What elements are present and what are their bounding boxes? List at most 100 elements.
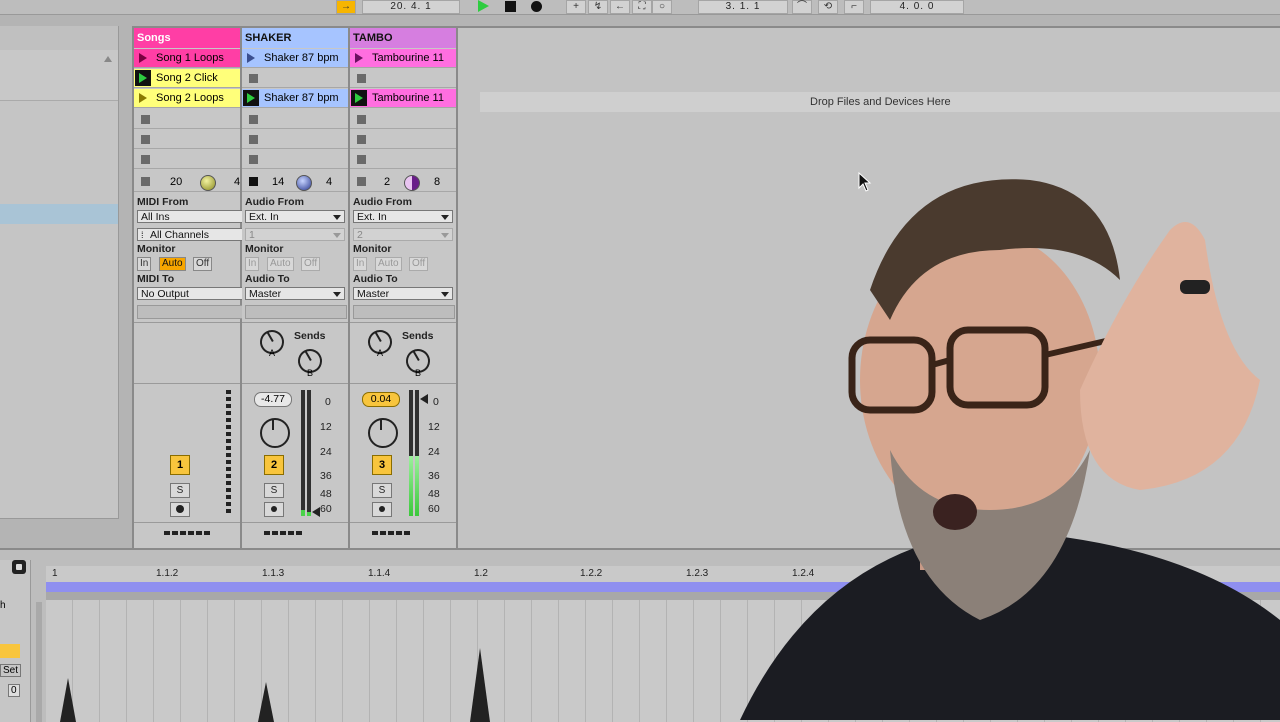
solo-button[interactable]: S bbox=[170, 483, 190, 498]
stop-all-icon[interactable] bbox=[249, 177, 258, 186]
output-channel-slot[interactable] bbox=[353, 305, 455, 319]
record-icon[interactable] bbox=[531, 1, 542, 12]
empty-clip-slot[interactable] bbox=[134, 110, 240, 129]
clip-stop-icon[interactable] bbox=[357, 74, 366, 83]
loop-start-display[interactable]: 3. 1. 1 bbox=[698, 0, 788, 14]
monitor-off-button[interactable]: Off bbox=[301, 257, 321, 271]
output-type-dropdown[interactable]: Master bbox=[353, 287, 453, 300]
empty-clip-slot[interactable] bbox=[134, 150, 240, 169]
clip-slot[interactable]: Shaker 87 bpm bbox=[242, 49, 348, 68]
empty-clip-slot[interactable] bbox=[350, 110, 456, 129]
drop-zone[interactable]: Drop Files and Devices Here bbox=[480, 92, 1280, 112]
capture-icon[interactable]: ⛶ bbox=[632, 0, 652, 14]
clip-playing-icon[interactable] bbox=[135, 70, 151, 86]
empty-clip-slot[interactable] bbox=[134, 130, 240, 149]
clip-slot[interactable]: Song 2 Click bbox=[134, 69, 240, 88]
monitor-in-button[interactable]: In bbox=[353, 257, 368, 271]
clip-play-icon[interactable] bbox=[247, 53, 255, 63]
volume-display[interactable]: 0.04 bbox=[362, 392, 400, 407]
input-type-dropdown[interactable]: Ext. In bbox=[245, 210, 345, 223]
clip-stop-icon[interactable] bbox=[249, 74, 258, 83]
clip-playing-icon[interactable] bbox=[243, 90, 259, 106]
output-type-dropdown[interactable]: Master bbox=[245, 287, 345, 300]
empty-clip-slot[interactable] bbox=[350, 69, 456, 88]
stop-all-icon[interactable] bbox=[357, 177, 366, 186]
session-record-icon[interactable]: ○ bbox=[652, 0, 672, 14]
clip-stop-icon[interactable] bbox=[357, 155, 366, 164]
output-type-dropdown[interactable]: No Output bbox=[137, 287, 257, 300]
track-activator-button[interactable] bbox=[0, 644, 20, 658]
solo-button[interactable]: S bbox=[264, 483, 284, 498]
empty-clip-slot[interactable] bbox=[350, 130, 456, 149]
track-activator-button[interactable]: 2 bbox=[264, 455, 284, 475]
lock-icon[interactable] bbox=[12, 560, 26, 574]
loop-switch-icon[interactable]: ⟲ bbox=[818, 0, 838, 14]
clip-stop-icon[interactable] bbox=[249, 155, 258, 164]
track-activator-button[interactable]: 3 bbox=[372, 455, 392, 475]
browser-selected-item[interactable] bbox=[0, 204, 118, 224]
pan-knob[interactable] bbox=[260, 418, 290, 448]
arm-button[interactable] bbox=[170, 502, 190, 517]
monitor-in-button[interactable]: In bbox=[137, 257, 152, 271]
back-to-arrangement-icon[interactable]: ← bbox=[610, 0, 630, 14]
input-channel-dropdown[interactable]: 2 bbox=[353, 228, 453, 241]
input-channel-dropdown[interactable]: All Channels ⁞ bbox=[137, 228, 257, 241]
arm-button[interactable] bbox=[264, 502, 284, 517]
browser-list[interactable] bbox=[0, 50, 118, 101]
output-channel-slot[interactable] bbox=[137, 305, 259, 319]
play-icon[interactable] bbox=[478, 0, 489, 12]
punch-out-icon[interactable]: ⌐ bbox=[844, 0, 864, 14]
empty-clip-slot[interactable] bbox=[242, 69, 348, 88]
clip-stop-icon[interactable] bbox=[249, 115, 258, 124]
clip-slot[interactable]: Tambourine 11 bbox=[350, 89, 456, 108]
set-button[interactable]: Set bbox=[0, 664, 22, 677]
input-channel-dropdown[interactable]: 1 bbox=[245, 228, 345, 241]
monitor-in-button[interactable]: In bbox=[245, 257, 260, 271]
arm-button[interactable] bbox=[372, 502, 392, 517]
clip-stop-icon[interactable] bbox=[357, 135, 366, 144]
stop-all-icon[interactable] bbox=[141, 177, 150, 186]
track-title[interactable]: SHAKER bbox=[242, 28, 348, 48]
crossfade-assign[interactable] bbox=[264, 531, 304, 535]
volume-fader-icon[interactable] bbox=[420, 394, 428, 404]
scroll-up-icon[interactable] bbox=[104, 56, 112, 62]
clip-stop-icon[interactable] bbox=[249, 135, 258, 144]
punch-in-icon[interactable]: ⌒ bbox=[792, 0, 812, 14]
clip-play-icon[interactable] bbox=[355, 53, 363, 63]
input-type-dropdown[interactable]: All Ins bbox=[137, 210, 257, 223]
crossfade-assign[interactable] bbox=[164, 531, 212, 535]
monitor-off-button[interactable]: Off bbox=[193, 257, 213, 271]
clip-slot[interactable]: Tambourine 11 bbox=[350, 49, 456, 68]
track-title[interactable]: TAMBO bbox=[350, 28, 456, 48]
clip-stop-icon[interactable] bbox=[141, 135, 150, 144]
crossfade-assign[interactable] bbox=[372, 531, 412, 535]
empty-clip-slot[interactable] bbox=[242, 150, 348, 169]
clip-play-icon[interactable] bbox=[139, 93, 147, 103]
volume-fader-icon[interactable] bbox=[312, 507, 320, 517]
monitor-auto-button[interactable]: Auto bbox=[375, 257, 402, 271]
track-activator-button[interactable]: 1 bbox=[170, 455, 190, 475]
pan-knob[interactable] bbox=[368, 418, 398, 448]
song-position-display[interactable]: 20. 4. 1 bbox=[362, 0, 460, 14]
clip-play-icon[interactable] bbox=[139, 53, 147, 63]
empty-clip-slot[interactable] bbox=[350, 150, 456, 169]
metronome-icon[interactable]: → bbox=[336, 0, 356, 14]
clip-slot[interactable]: Song 1 Loops bbox=[134, 49, 240, 68]
clip-slot[interactable]: Song 2 Loops bbox=[134, 89, 240, 108]
clip-stop-icon[interactable] bbox=[141, 155, 150, 164]
monitor-off-button[interactable]: Off bbox=[409, 257, 429, 271]
empty-clip-slot[interactable] bbox=[242, 130, 348, 149]
stop-icon[interactable] bbox=[505, 1, 516, 12]
clip-playing-icon[interactable] bbox=[351, 90, 367, 106]
empty-clip-slot[interactable] bbox=[242, 110, 348, 129]
monitor-auto-button[interactable]: Auto bbox=[267, 257, 294, 271]
monitor-auto-button[interactable]: Auto bbox=[159, 257, 186, 271]
automation-arm-icon[interactable]: ↯ bbox=[588, 0, 608, 14]
output-channel-slot[interactable] bbox=[245, 305, 347, 319]
solo-button[interactable]: S bbox=[372, 483, 392, 498]
value-box[interactable]: 0 bbox=[8, 684, 20, 697]
loop-length-display[interactable]: 4. 0. 0 bbox=[870, 0, 964, 14]
track-title[interactable]: Songs bbox=[134, 28, 240, 48]
clip-stop-icon[interactable] bbox=[357, 115, 366, 124]
add-icon[interactable]: + bbox=[566, 0, 586, 14]
